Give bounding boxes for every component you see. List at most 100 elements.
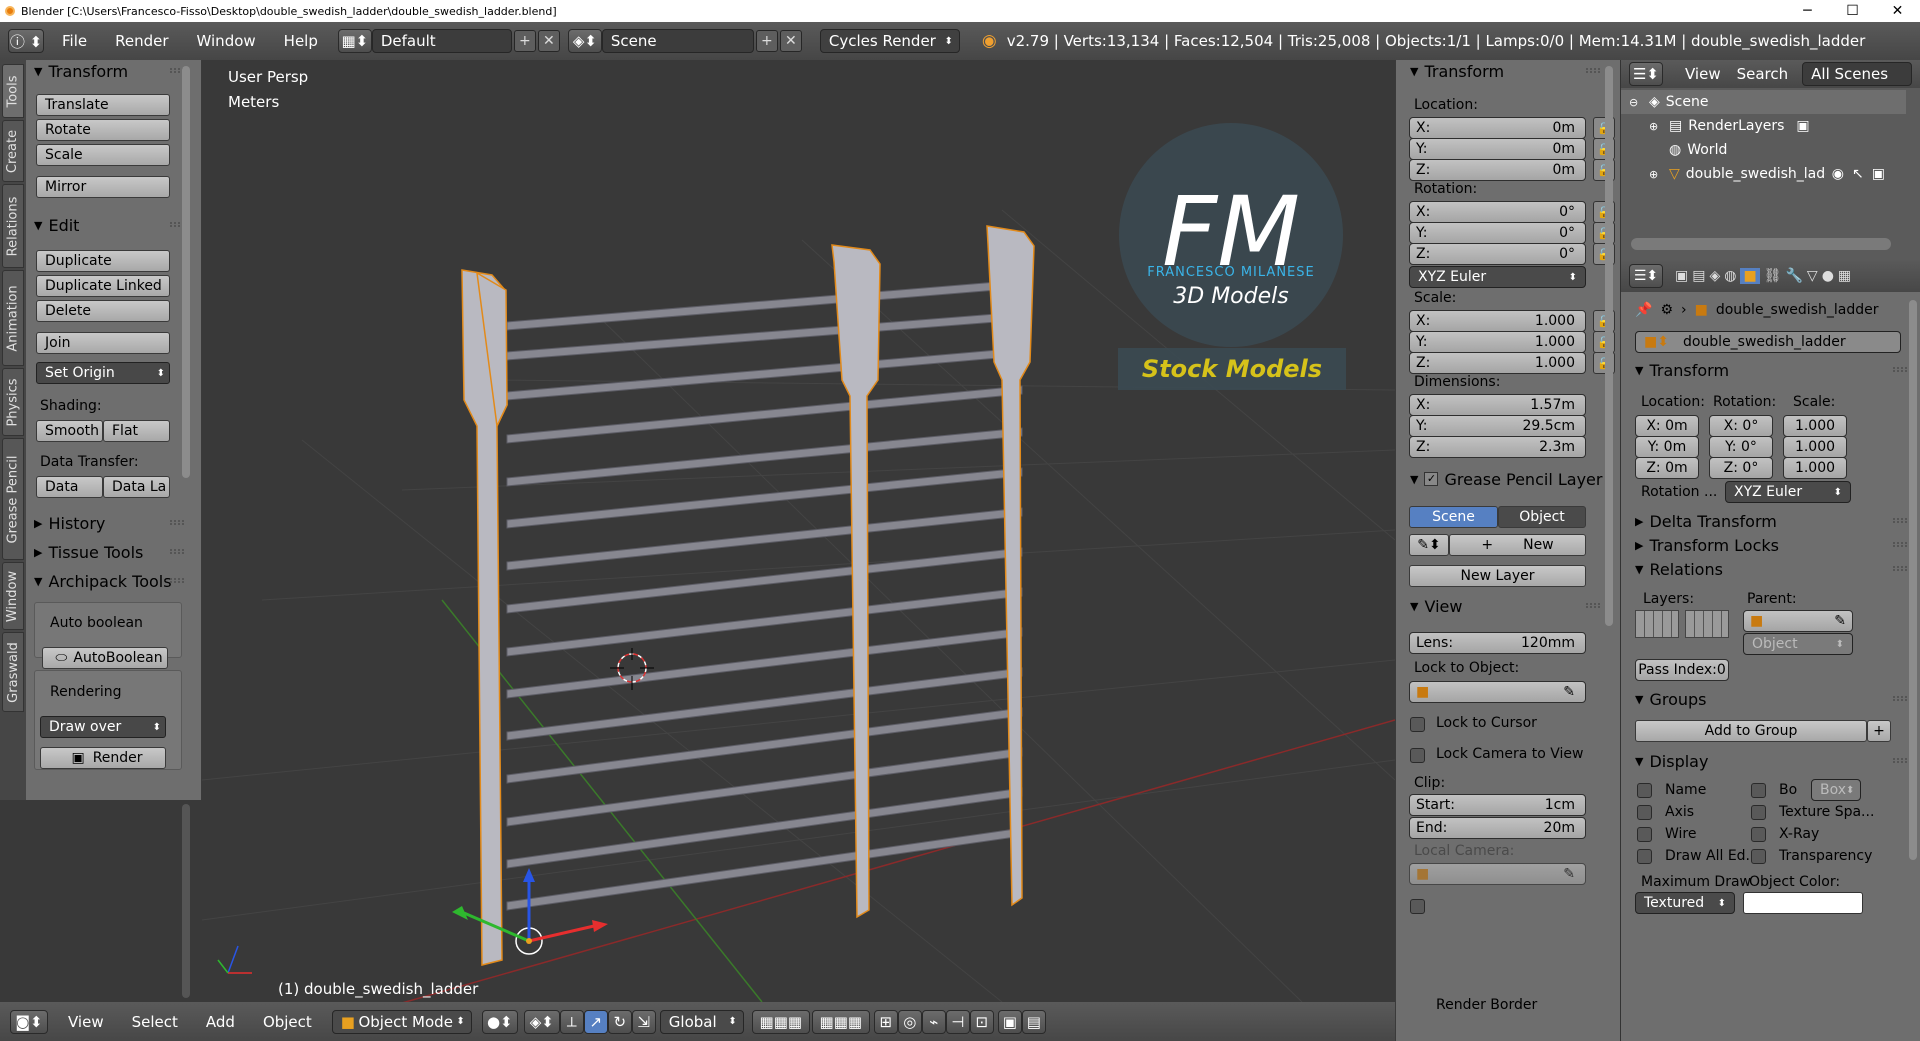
scene-field[interactable]: Scene — [601, 29, 754, 53]
location-z-field[interactable]: Z: 0m — [1635, 457, 1699, 479]
viewport-shading-select[interactable]: ●⬍ — [481, 1009, 518, 1034]
snap-element-icon[interactable]: ⊣ — [945, 1009, 970, 1034]
pencil-icon[interactable]: ✎⬍ — [1409, 534, 1449, 556]
lock-to-cursor-checkbox[interactable] — [1410, 717, 1425, 732]
render-border-checkbox[interactable] — [1410, 899, 1425, 914]
tab-create[interactable]: Create — [2, 120, 24, 182]
location-z-field[interactable]: Z: 0m — [1409, 159, 1586, 181]
display-name-checkbox[interactable] — [1637, 783, 1652, 798]
grip-icon[interactable] — [1893, 367, 1907, 372]
data-tab-icon[interactable]: ▽ — [1807, 268, 1818, 284]
delete-button[interactable]: Delete — [36, 300, 170, 322]
panel-header-edit[interactable]: ▼ Edit — [34, 214, 184, 236]
grip-icon[interactable] — [1893, 566, 1907, 571]
object-tab-icon[interactable]: ■ — [1740, 268, 1760, 284]
minimize-button[interactable]: ─ — [1785, 3, 1830, 19]
maximum-draw-select[interactable]: Textured ⬍ — [1635, 892, 1735, 914]
grip-icon[interactable] — [1586, 603, 1600, 608]
material-tab-icon[interactable]: ● — [1822, 268, 1834, 284]
grip-icon[interactable] — [170, 549, 184, 554]
rotation-y-field[interactable]: Y: 0° — [1709, 436, 1773, 458]
new-layer-button[interactable]: New Layer — [1409, 565, 1586, 587]
clip-start-field[interactable]: Start: 1cm — [1409, 794, 1586, 816]
add-to-group-button[interactable]: Add to Group — [1635, 720, 1867, 742]
toolshelf-scrollbar[interactable] — [182, 66, 190, 478]
add-scene-icon[interactable]: + — [755, 30, 778, 52]
location-y-field[interactable]: Y: 0m — [1409, 138, 1586, 160]
close-button[interactable]: ✕ — [1875, 3, 1920, 19]
rotation-mode-select[interactable]: XYZ Euler ⬍ — [1725, 481, 1851, 503]
rotation-z-field[interactable]: Z: 0° — [1409, 243, 1586, 265]
scale-button[interactable]: Scale — [36, 144, 170, 166]
panel-header-groups[interactable]: ▼ Groups — [1635, 688, 1907, 710]
screen-layout-icon[interactable]: ▦⬍ — [337, 29, 372, 53]
rotation-x-field[interactable]: X: 0° — [1709, 415, 1773, 437]
outliner-row-scene[interactable]: ⊖ ◈ Scene — [1621, 90, 1906, 114]
panel-header-transform[interactable]: ▼ Transform — [1635, 359, 1907, 381]
rotation-x-field[interactable]: X: 0° — [1409, 201, 1586, 223]
panel-header-tissue-tools[interactable]: ▶ Tissue Tools — [34, 541, 184, 563]
world-tab-icon[interactable]: ◍ — [1724, 268, 1736, 284]
lock-object-field[interactable]: ■ ✎ — [1409, 681, 1586, 703]
grease-pencil-object-button[interactable]: Object — [1498, 506, 1586, 528]
rotate-button[interactable]: Rotate — [36, 119, 170, 141]
expand-icon[interactable]: ⊕ — [1649, 168, 1665, 181]
scale-x-field[interactable]: X: 1.000 — [1409, 310, 1586, 332]
rotation-mode-select[interactable]: XYZ Euler ⬍ — [1409, 266, 1586, 288]
eyedropper-icon[interactable]: ✎ — [1834, 613, 1846, 629]
panel-header-delta-transform[interactable]: ▶ Delta Transform — [1635, 510, 1907, 532]
render-engine-select[interactable]: Cycles Render ⬍ — [819, 29, 960, 53]
grip-icon[interactable] — [1893, 696, 1907, 701]
snap-toggle-icon[interactable]: ⌁ — [921, 1009, 946, 1034]
layers-grid-1[interactable]: ▦▦▦ — [751, 1009, 810, 1034]
display-bounds-checkbox[interactable] — [1751, 783, 1766, 798]
editor-type-properties-button[interactable]: ☰⬍ — [1629, 264, 1663, 288]
texture-space-checkbox[interactable] — [1751, 805, 1766, 820]
texture-tab-icon[interactable]: ▦ — [1838, 268, 1851, 284]
interaction-mode-select[interactable]: ■ Object Mode ⬍ — [331, 1009, 472, 1034]
eyedropper-icon[interactable]: ✎ — [1563, 866, 1575, 882]
autoboolean-button[interactable]: ⬭ AutoBoolean — [42, 647, 168, 669]
editor-type-3d-view-button[interactable]: ◙⬍ — [10, 1009, 48, 1034]
transparency-checkbox[interactable] — [1751, 849, 1766, 864]
menu-view[interactable]: View — [1685, 65, 1721, 83]
tab-relations[interactable]: Relations — [2, 184, 24, 268]
menu-file[interactable]: File — [62, 32, 87, 50]
transform-manipulator[interactable] — [452, 868, 608, 955]
panel-header-display[interactable]: ▼ Display — [1635, 750, 1907, 772]
maximize-button[interactable]: ☐ — [1830, 3, 1875, 19]
translate-button[interactable]: Translate — [36, 94, 170, 116]
menu-view[interactable]: View — [68, 1013, 104, 1031]
new-grease-pencil-button[interactable]: + New — [1449, 534, 1586, 556]
add-layout-icon[interactable]: + — [513, 30, 536, 52]
camera-render-icon[interactable]: ▣ — [1872, 166, 1885, 182]
menu-object[interactable]: Object — [263, 1013, 312, 1031]
duplicate-linked-button[interactable]: Duplicate Linked — [36, 275, 170, 297]
panel-header-transform[interactable]: ▼ Transform — [1410, 60, 1600, 82]
tab-window[interactable]: Window — [2, 562, 24, 630]
panel-header-history[interactable]: ▶ History — [34, 512, 184, 534]
scale-x-field[interactable]: 1.000 — [1783, 415, 1847, 437]
panel-header-relations[interactable]: ▼ Relations — [1635, 558, 1907, 580]
pivot-point-select[interactable]: ◈⬍ — [523, 1009, 560, 1034]
panel-header-transform-locks[interactable]: ▶ Transform Locks — [1635, 534, 1907, 556]
menu-help[interactable]: Help — [284, 32, 318, 50]
dimension-z-field[interactable]: Z: 2.3m — [1409, 436, 1586, 458]
eye-icon[interactable]: ◉ — [1832, 166, 1844, 182]
scale-z-field[interactable]: 1.000 — [1783, 457, 1847, 479]
rotation-z-field[interactable]: Z: 0° — [1709, 457, 1773, 479]
tab-animation[interactable]: Animation — [2, 270, 24, 366]
outliner-row-renderlayers[interactable]: ⊕ ▤ RenderLayers ▣ — [1621, 114, 1906, 138]
display-wire-checkbox[interactable] — [1637, 827, 1652, 842]
rotate-manipulator-icon[interactable]: ↻ — [607, 1009, 632, 1034]
parent-field[interactable]: ■ ✎ — [1743, 610, 1853, 632]
lens-field[interactable]: Lens: 120mm — [1409, 632, 1586, 654]
outliner-hscrollbar[interactable] — [1631, 238, 1891, 250]
translate-manipulator-icon[interactable]: ↗ — [583, 1009, 608, 1034]
outliner-row-world[interactable]: ◍ World — [1621, 138, 1906, 162]
opengl-animation-icon[interactable]: ▤ — [1021, 1009, 1046, 1034]
expand-icon[interactable]: ⊕ — [1649, 120, 1665, 133]
constraints-tab-icon[interactable]: ⛓ — [1764, 268, 1782, 284]
pin-icon[interactable]: 📌 — [1635, 302, 1652, 318]
editor-type-outliner-button[interactable]: ☰⬍ — [1629, 62, 1663, 86]
